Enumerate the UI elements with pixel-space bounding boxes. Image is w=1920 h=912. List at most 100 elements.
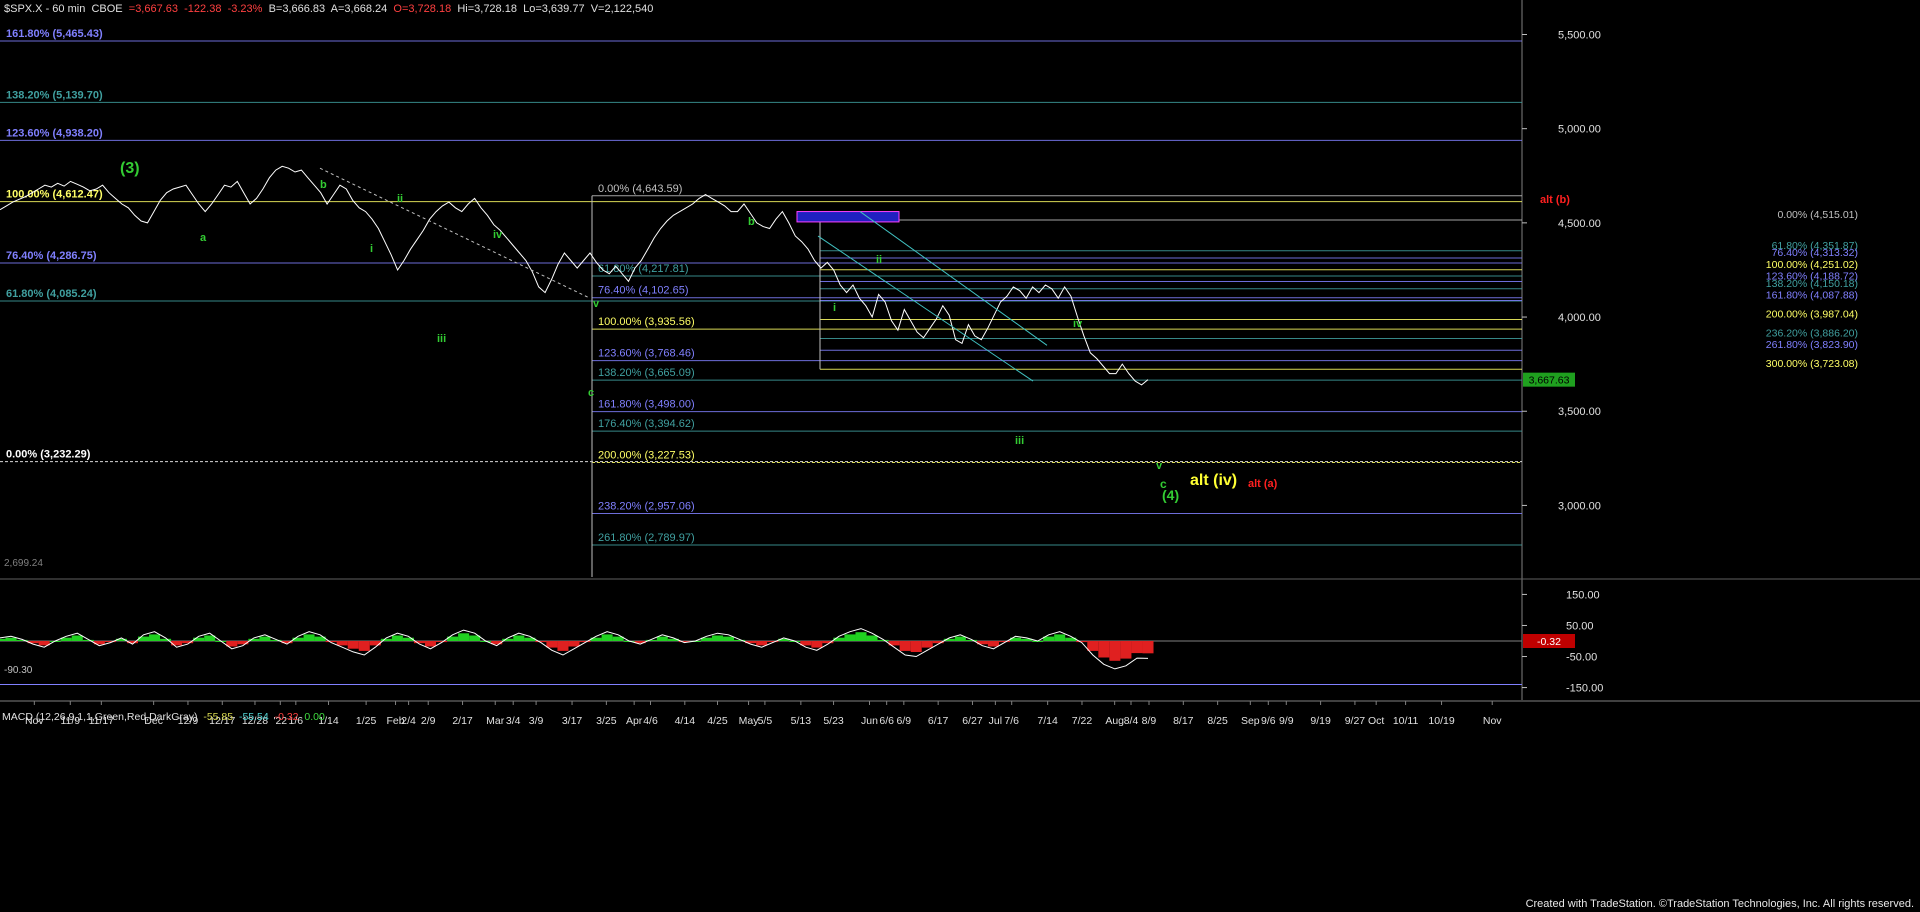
- wave-label: a: [200, 232, 207, 244]
- wave-label: iii: [437, 333, 446, 345]
- macd-histogram-bar: [82, 639, 94, 641]
- time-tick-label: 5/13: [791, 715, 812, 727]
- symbol-header: $SPX.X - 60 min CBOE =3,667.63 -122.38 -…: [4, 3, 653, 15]
- trend-line: [319, 167, 591, 299]
- macd-histogram-bar: [711, 635, 724, 641]
- macd-histogram-bar: [391, 635, 403, 641]
- macd-histogram-bar: [369, 641, 381, 646]
- fib-level-label: 76.40% (4,102.65): [598, 285, 689, 297]
- fib-level-label: 61.80% (4,085.24): [6, 288, 97, 300]
- time-tick-label: Oct: [1368, 715, 1384, 727]
- wave-label: alt (a): [1248, 478, 1278, 490]
- wave-label: v: [593, 298, 600, 310]
- wave-label: alt (b): [1540, 194, 1570, 206]
- resistance-box: [796, 211, 900, 223]
- macd-diff: -0.32: [274, 711, 299, 723]
- fib-level-label: 200.00% (3,987.04): [1766, 308, 1858, 320]
- macd-histogram-bar: [557, 641, 569, 651]
- time-tick-label: 4/6: [643, 715, 658, 727]
- time-tick-label: 6/17: [928, 715, 949, 727]
- last-price: =3,667.63: [128, 3, 179, 15]
- time-tick-label: 3/9: [529, 715, 544, 727]
- time-tick-label: Jul: [989, 715, 1002, 727]
- net-change: -122.38: [184, 3, 222, 15]
- macd-histogram-bar: [1120, 641, 1132, 659]
- symbol: $SPX.X - 60 min: [4, 3, 86, 15]
- fib-level-label: 76.40% (4,286.75): [6, 250, 97, 262]
- macd-histogram-bar: [568, 641, 580, 647]
- wave-label: iv: [493, 229, 503, 241]
- macd-histogram-bar: [855, 632, 867, 641]
- pct-change: -3.23%: [227, 3, 263, 15]
- macd-value: -55.85: [203, 711, 234, 723]
- time-tick-label: 7/22: [1072, 715, 1093, 727]
- wave-label: v: [1156, 460, 1163, 472]
- macd-histogram-bar: [149, 634, 161, 641]
- macd-histogram-bar: [1087, 641, 1099, 651]
- macd-histogram-bar: [899, 641, 911, 651]
- time-tick-label: Apr: [626, 715, 643, 727]
- wave-label: c: [588, 387, 594, 399]
- wave-label: alt (iv): [1190, 472, 1237, 489]
- wave-label: ii: [876, 254, 882, 266]
- macd-histogram-bar: [424, 641, 437, 647]
- price-tick-label: 3,500.00: [1558, 406, 1601, 418]
- time-tick-label: 8/17: [1173, 715, 1194, 727]
- time-tick-label: 1/25: [356, 715, 377, 727]
- open: O=3,728.18: [393, 3, 452, 15]
- macd-zero: 0.00: [304, 711, 325, 723]
- price-chart[interactable]: 5,500.00 5,000.00 4,500.00 4,000.00 3,500.00…: [0, 0, 1920, 912]
- fib-level-label: 161.80% (4,087.88): [1766, 289, 1858, 301]
- macd-histogram-bar: [811, 641, 823, 648]
- macd-histogram-bar: [656, 636, 668, 641]
- time-tick-label: 3/4: [506, 715, 521, 727]
- fib-level-label: 138.20% (3,665.09): [598, 367, 695, 379]
- macd-marker-label: -90.30: [4, 665, 33, 676]
- macd-histogram-bar: [71, 635, 83, 641]
- fib-level-label: 161.80% (3,498.00): [598, 399, 695, 411]
- macd-avg: -55.54: [238, 711, 269, 723]
- macd-histogram-bar: [965, 639, 977, 641]
- macd-histogram-bar: [1142, 641, 1154, 654]
- fib-level-label: 0.00% (3,232.29): [6, 449, 91, 461]
- fib-level-label: 76.40% (4,313.32): [1772, 247, 1858, 259]
- fib-level-label: 176.40% (3,394.62): [598, 418, 695, 430]
- high: Hi=3,728.18: [457, 3, 517, 15]
- time-tick-label: 5/5: [758, 715, 773, 727]
- macd-histogram-bar: [998, 641, 1011, 643]
- price-tick-label: 3,000.00: [1558, 500, 1601, 512]
- time-tick-label: 2/9: [421, 715, 436, 727]
- time-tick-label: 9/9: [1279, 715, 1294, 727]
- price-tick-label: 4,000.00: [1558, 312, 1601, 324]
- macd-histogram-bar: [877, 639, 889, 641]
- time-tick-label: 7/6: [1004, 715, 1019, 727]
- macd-label: MACD (12,26,9,1,1,Green,Red,DarkGray): [2, 711, 198, 723]
- macd-histogram-bar: [347, 641, 359, 649]
- exchange: CBOE: [91, 3, 123, 15]
- macd-tick-label: 50.00: [1566, 620, 1594, 632]
- macd-histogram-bar: [137, 636, 150, 641]
- fib-level-label: 0.00% (4,515.01): [1777, 209, 1858, 221]
- time-tick-label: Jun: [861, 715, 878, 727]
- time-tick-label: 9/6: [1261, 715, 1276, 727]
- time-tick-label: 10/19: [1428, 715, 1454, 727]
- time-tick-label: 7/14: [1037, 715, 1058, 727]
- macd-histogram-bar: [954, 636, 966, 641]
- bid: B=3,666.83: [268, 3, 326, 15]
- macd-histogram-bar: [1054, 634, 1066, 641]
- fib-level-label: 100.00% (3,935.56): [598, 316, 695, 328]
- fib-level-label: 161.80% (5,465.43): [6, 28, 103, 40]
- macd-histogram-bar: [866, 635, 878, 641]
- macd-header: MACD (12,26,9,1,1,Green,Red,DarkGray) -5…: [2, 711, 325, 723]
- wave-label: (3): [120, 160, 140, 177]
- channel-line: [859, 211, 1048, 346]
- ask: A=3,668.24: [330, 3, 388, 15]
- last-price-label: 3,667.63: [1529, 375, 1570, 387]
- macd-histogram-bar: [436, 641, 448, 643]
- fib-level-label: 138.20% (4,150.18): [1766, 278, 1858, 290]
- wave-label: (4): [1162, 487, 1179, 503]
- macd-histogram-bar: [1098, 641, 1110, 658]
- macd-series-line: [0, 628, 1149, 670]
- time-tick-label: 9/27: [1345, 715, 1366, 727]
- time-tick-label: 8/25: [1207, 715, 1228, 727]
